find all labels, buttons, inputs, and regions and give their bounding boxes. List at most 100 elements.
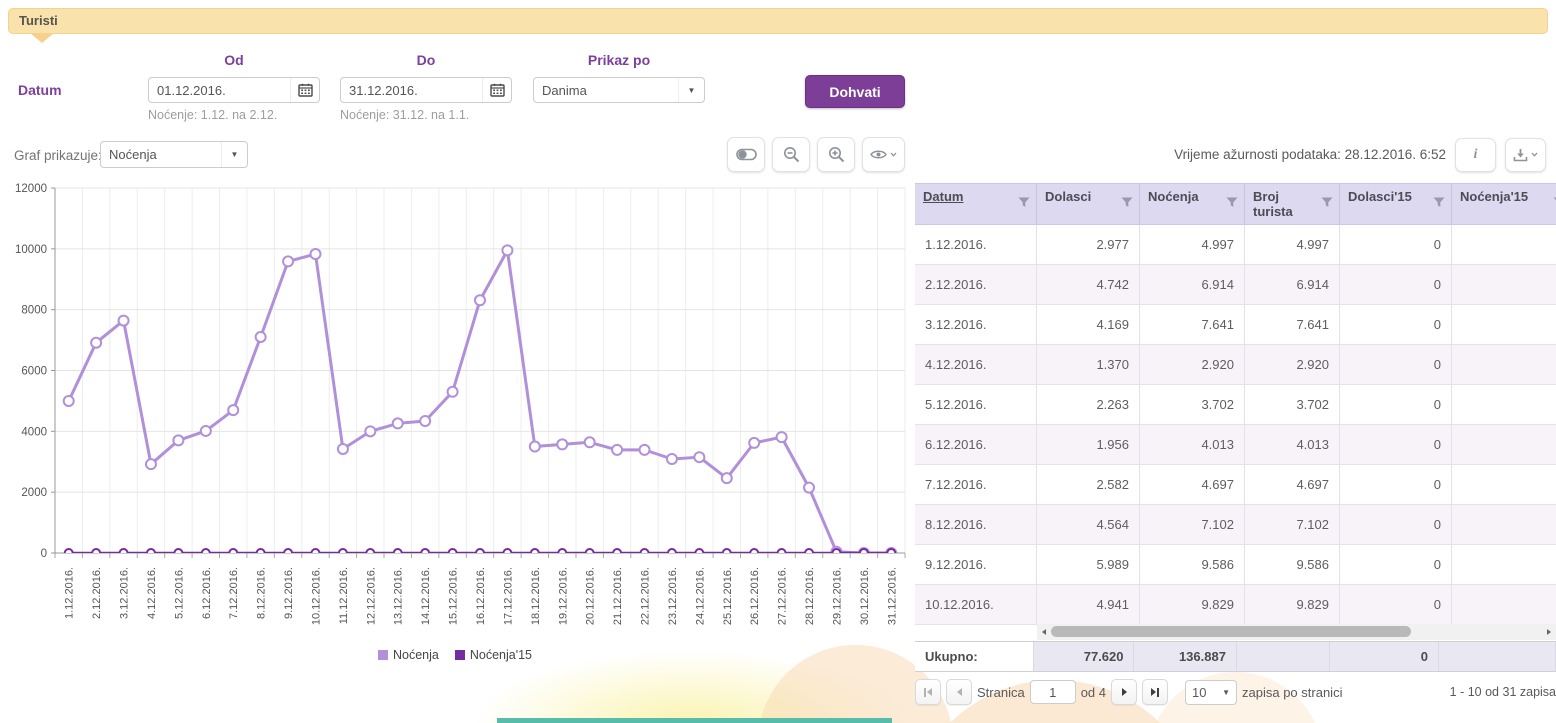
- download-button[interactable]: [1505, 138, 1546, 172]
- data-freshness-text: Vrijeme ažurnosti podataka: 28.12.2016. …: [1174, 147, 1446, 162]
- date-to-field: [340, 77, 512, 103]
- pagination-bar: Stranica od 4 10 ▼ zapisa po stranici 1 …: [915, 678, 1556, 706]
- table-cell: 4.742: [1037, 265, 1140, 304]
- column-header[interactable]: Noćenja: [1140, 184, 1245, 224]
- legend-swatch: [378, 650, 388, 660]
- column-title: Dolasci: [1045, 189, 1105, 204]
- graf-prikazuje-label: Graf prikazuje:: [14, 148, 102, 163]
- prikaz-po-select[interactable]: Danima ▼: [533, 77, 705, 103]
- svg-text:1.12.2016.: 1.12.2016.: [64, 567, 76, 619]
- column-header[interactable]: Noćenja'15: [1452, 184, 1556, 224]
- svg-text:10.12.2016.: 10.12.2016.: [310, 567, 322, 625]
- horizontal-scrollbar[interactable]: [1037, 624, 1556, 640]
- column-header[interactable]: Broj turista: [1245, 184, 1340, 224]
- scroll-left-icon[interactable]: [1037, 629, 1051, 635]
- svg-text:21.12.2016.: 21.12.2016.: [612, 567, 624, 625]
- column-title: Datum: [923, 189, 977, 204]
- column-header[interactable]: Datum: [915, 184, 1037, 224]
- table-row[interactable]: 10.12.2016.4.9419.8299.8290: [915, 585, 1556, 625]
- table-cell: 8.12.2016.: [915, 505, 1037, 544]
- totals-cell: [1439, 642, 1556, 671]
- svg-text:19.12.2016.: 19.12.2016.: [557, 567, 569, 625]
- svg-text:4.12.2016.: 4.12.2016.: [146, 567, 158, 619]
- prev-page-button[interactable]: [946, 679, 972, 705]
- page-number-input[interactable]: [1030, 680, 1076, 704]
- table-cell: 0: [1340, 465, 1452, 504]
- table-cell: 4.169: [1037, 305, 1140, 344]
- table-cell: 0: [1340, 585, 1452, 624]
- svg-text:28.12.2016.: 28.12.2016.: [804, 567, 816, 625]
- calendar-icon[interactable]: [482, 78, 511, 102]
- zoom-out-button[interactable]: [772, 137, 810, 172]
- last-page-button[interactable]: [1142, 679, 1168, 705]
- svg-text:12.12.2016.: 12.12.2016.: [365, 567, 377, 625]
- table-row[interactable]: 8.12.2016.4.5647.1027.1020: [915, 505, 1556, 545]
- calendar-icon[interactable]: [290, 78, 319, 102]
- svg-text:2000: 2000: [21, 487, 47, 499]
- next-page-button[interactable]: [1111, 679, 1137, 705]
- table-cell: 6.12.2016.: [915, 425, 1037, 464]
- column-title: Noćenja'15: [1460, 189, 1542, 204]
- svg-text:30.12.2016.: 30.12.2016.: [859, 567, 871, 625]
- series-nocenja15: [65, 549, 896, 557]
- dohvati-button[interactable]: Dohvati: [805, 75, 905, 108]
- svg-text:22.12.2016.: 22.12.2016.: [640, 567, 652, 625]
- info-button[interactable]: i: [1455, 138, 1496, 172]
- date-from-input[interactable]: [149, 83, 290, 98]
- background-teal-strip: [497, 718, 892, 723]
- table-cell: 0: [1340, 425, 1452, 464]
- date-to-hint: Noćenje: 31.12. na 1.1.: [340, 108, 469, 122]
- totals-cell: 136.887: [1134, 642, 1236, 671]
- table-row[interactable]: 5.12.2016.2.2633.7023.7020: [915, 385, 1556, 425]
- table-cell: [1452, 305, 1556, 344]
- chart-toggle-button[interactable]: [727, 137, 765, 172]
- filter-icon[interactable]: [1226, 197, 1238, 208]
- column-header[interactable]: Dolasci'15: [1340, 184, 1452, 224]
- tab-label: Turisti: [19, 13, 58, 28]
- table-row[interactable]: 6.12.2016.1.9564.0134.0130: [915, 425, 1556, 465]
- zoom-in-button[interactable]: [817, 137, 855, 172]
- scroll-right-icon[interactable]: [1542, 629, 1556, 635]
- table-cell: 6.914: [1140, 265, 1245, 304]
- table-cell: 4.997: [1140, 225, 1245, 264]
- tab-turisti[interactable]: Turisti: [8, 8, 1548, 34]
- zoom-out-icon: [783, 146, 800, 163]
- table-cell: 0: [1340, 385, 1452, 424]
- filter-icon[interactable]: [1321, 197, 1333, 208]
- table-cell: 4.997: [1245, 225, 1340, 264]
- table-cell: 4.697: [1140, 465, 1245, 504]
- table-cell: 4.013: [1245, 425, 1340, 464]
- svg-text:26.12.2016.: 26.12.2016.: [749, 567, 761, 625]
- legend-item[interactable]: Noćenja: [378, 648, 439, 662]
- legend-swatch: [455, 650, 465, 660]
- page-size-select[interactable]: 10 ▼: [1185, 680, 1237, 705]
- scrollbar-thumb[interactable]: [1051, 626, 1411, 637]
- filter-icon[interactable]: [1018, 197, 1030, 208]
- series-visibility-button[interactable]: [862, 137, 905, 172]
- legend-item[interactable]: Noćenja'15: [455, 648, 532, 662]
- graf-prikazuje-select[interactable]: Noćenja ▼: [100, 141, 248, 168]
- first-page-button[interactable]: [915, 679, 941, 705]
- table-row[interactable]: 4.12.2016.1.3702.9202.9200: [915, 345, 1556, 385]
- table-cell: [1452, 265, 1556, 304]
- date-to-input[interactable]: [341, 83, 482, 98]
- column-header[interactable]: Dolasci: [1037, 184, 1140, 224]
- svg-text:8000: 8000: [21, 305, 47, 317]
- chevron-down-icon: ▼: [1222, 688, 1230, 697]
- svg-text:25.12.2016.: 25.12.2016.: [722, 567, 734, 625]
- selected-value: Danima: [534, 83, 587, 98]
- table-cell: [1452, 385, 1556, 424]
- table-cell: [1452, 345, 1556, 384]
- filter-icon[interactable]: [1433, 197, 1445, 208]
- table-row[interactable]: 7.12.2016.2.5824.6974.6970: [915, 465, 1556, 505]
- table-cell: 3.702: [1245, 385, 1340, 424]
- table-row[interactable]: 2.12.2016.4.7426.9146.9140: [915, 265, 1556, 305]
- table-row[interactable]: 9.12.2016.5.9899.5869.5860: [915, 545, 1556, 585]
- selected-value: 10: [1192, 685, 1206, 700]
- table-row[interactable]: 1.12.2016.2.9774.9974.9970: [915, 225, 1556, 265]
- table-row[interactable]: 3.12.2016.4.1697.6417.6410: [915, 305, 1556, 345]
- date-from-hint: Noćenje: 1.12. na 2.12.: [148, 108, 277, 122]
- svg-text:5.12.2016.: 5.12.2016.: [173, 567, 185, 619]
- chevron-down-icon: ▼: [221, 142, 247, 167]
- filter-icon[interactable]: [1121, 197, 1133, 208]
